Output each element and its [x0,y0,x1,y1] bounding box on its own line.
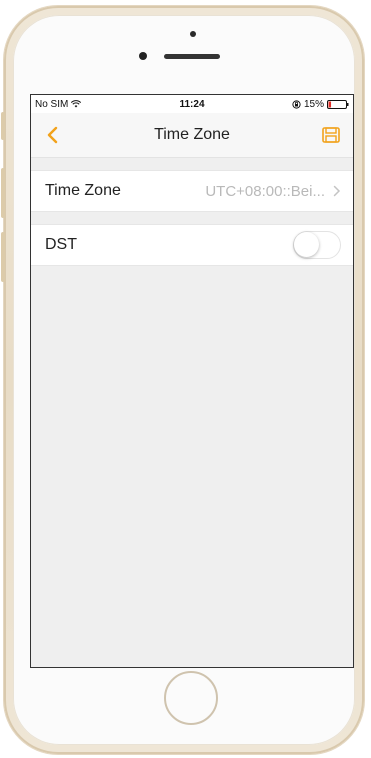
carrier-label: No SIM [35,98,69,110]
home-button[interactable] [164,671,218,725]
status-left: No SIM [35,98,82,110]
save-icon [322,127,340,143]
status-right: 15% [292,99,349,110]
row-spacer [31,212,353,224]
back-button[interactable] [43,124,63,146]
page-title: Time Zone [154,126,230,143]
volume-down-button [1,232,5,282]
section-spacer [31,158,353,170]
dst-row: DST [31,224,353,266]
battery-icon [327,99,349,109]
toggle-knob [294,232,319,257]
navigation-bar: Time Zone [31,113,353,158]
volume-up-button [1,168,5,218]
save-button[interactable] [321,125,341,145]
timezone-label: Time Zone [45,182,121,199]
dst-label: DST [45,236,77,253]
screen: No SIM 11:24 15% Time Zone Time Zone UTC… [30,94,354,668]
battery-percent: 15% [303,98,324,110]
proximity-sensor [190,31,196,37]
orientation-lock-icon [292,99,301,109]
timezone-row[interactable]: Time Zone UTC+08:00::Bei... [31,170,353,212]
status-bar: No SIM 11:24 15% [31,95,353,113]
front-camera [139,52,147,60]
timezone-value-group: UTC+08:00::Bei... [205,183,341,200]
mute-switch [1,112,5,140]
earpiece-speaker [164,54,220,59]
chevron-right-icon [333,185,341,197]
chevron-left-icon [47,126,58,144]
wifi-icon [71,100,82,108]
empty-content-area [31,266,353,667]
dst-toggle[interactable] [293,231,341,259]
timezone-value: UTC+08:00::Bei... [205,182,325,200]
